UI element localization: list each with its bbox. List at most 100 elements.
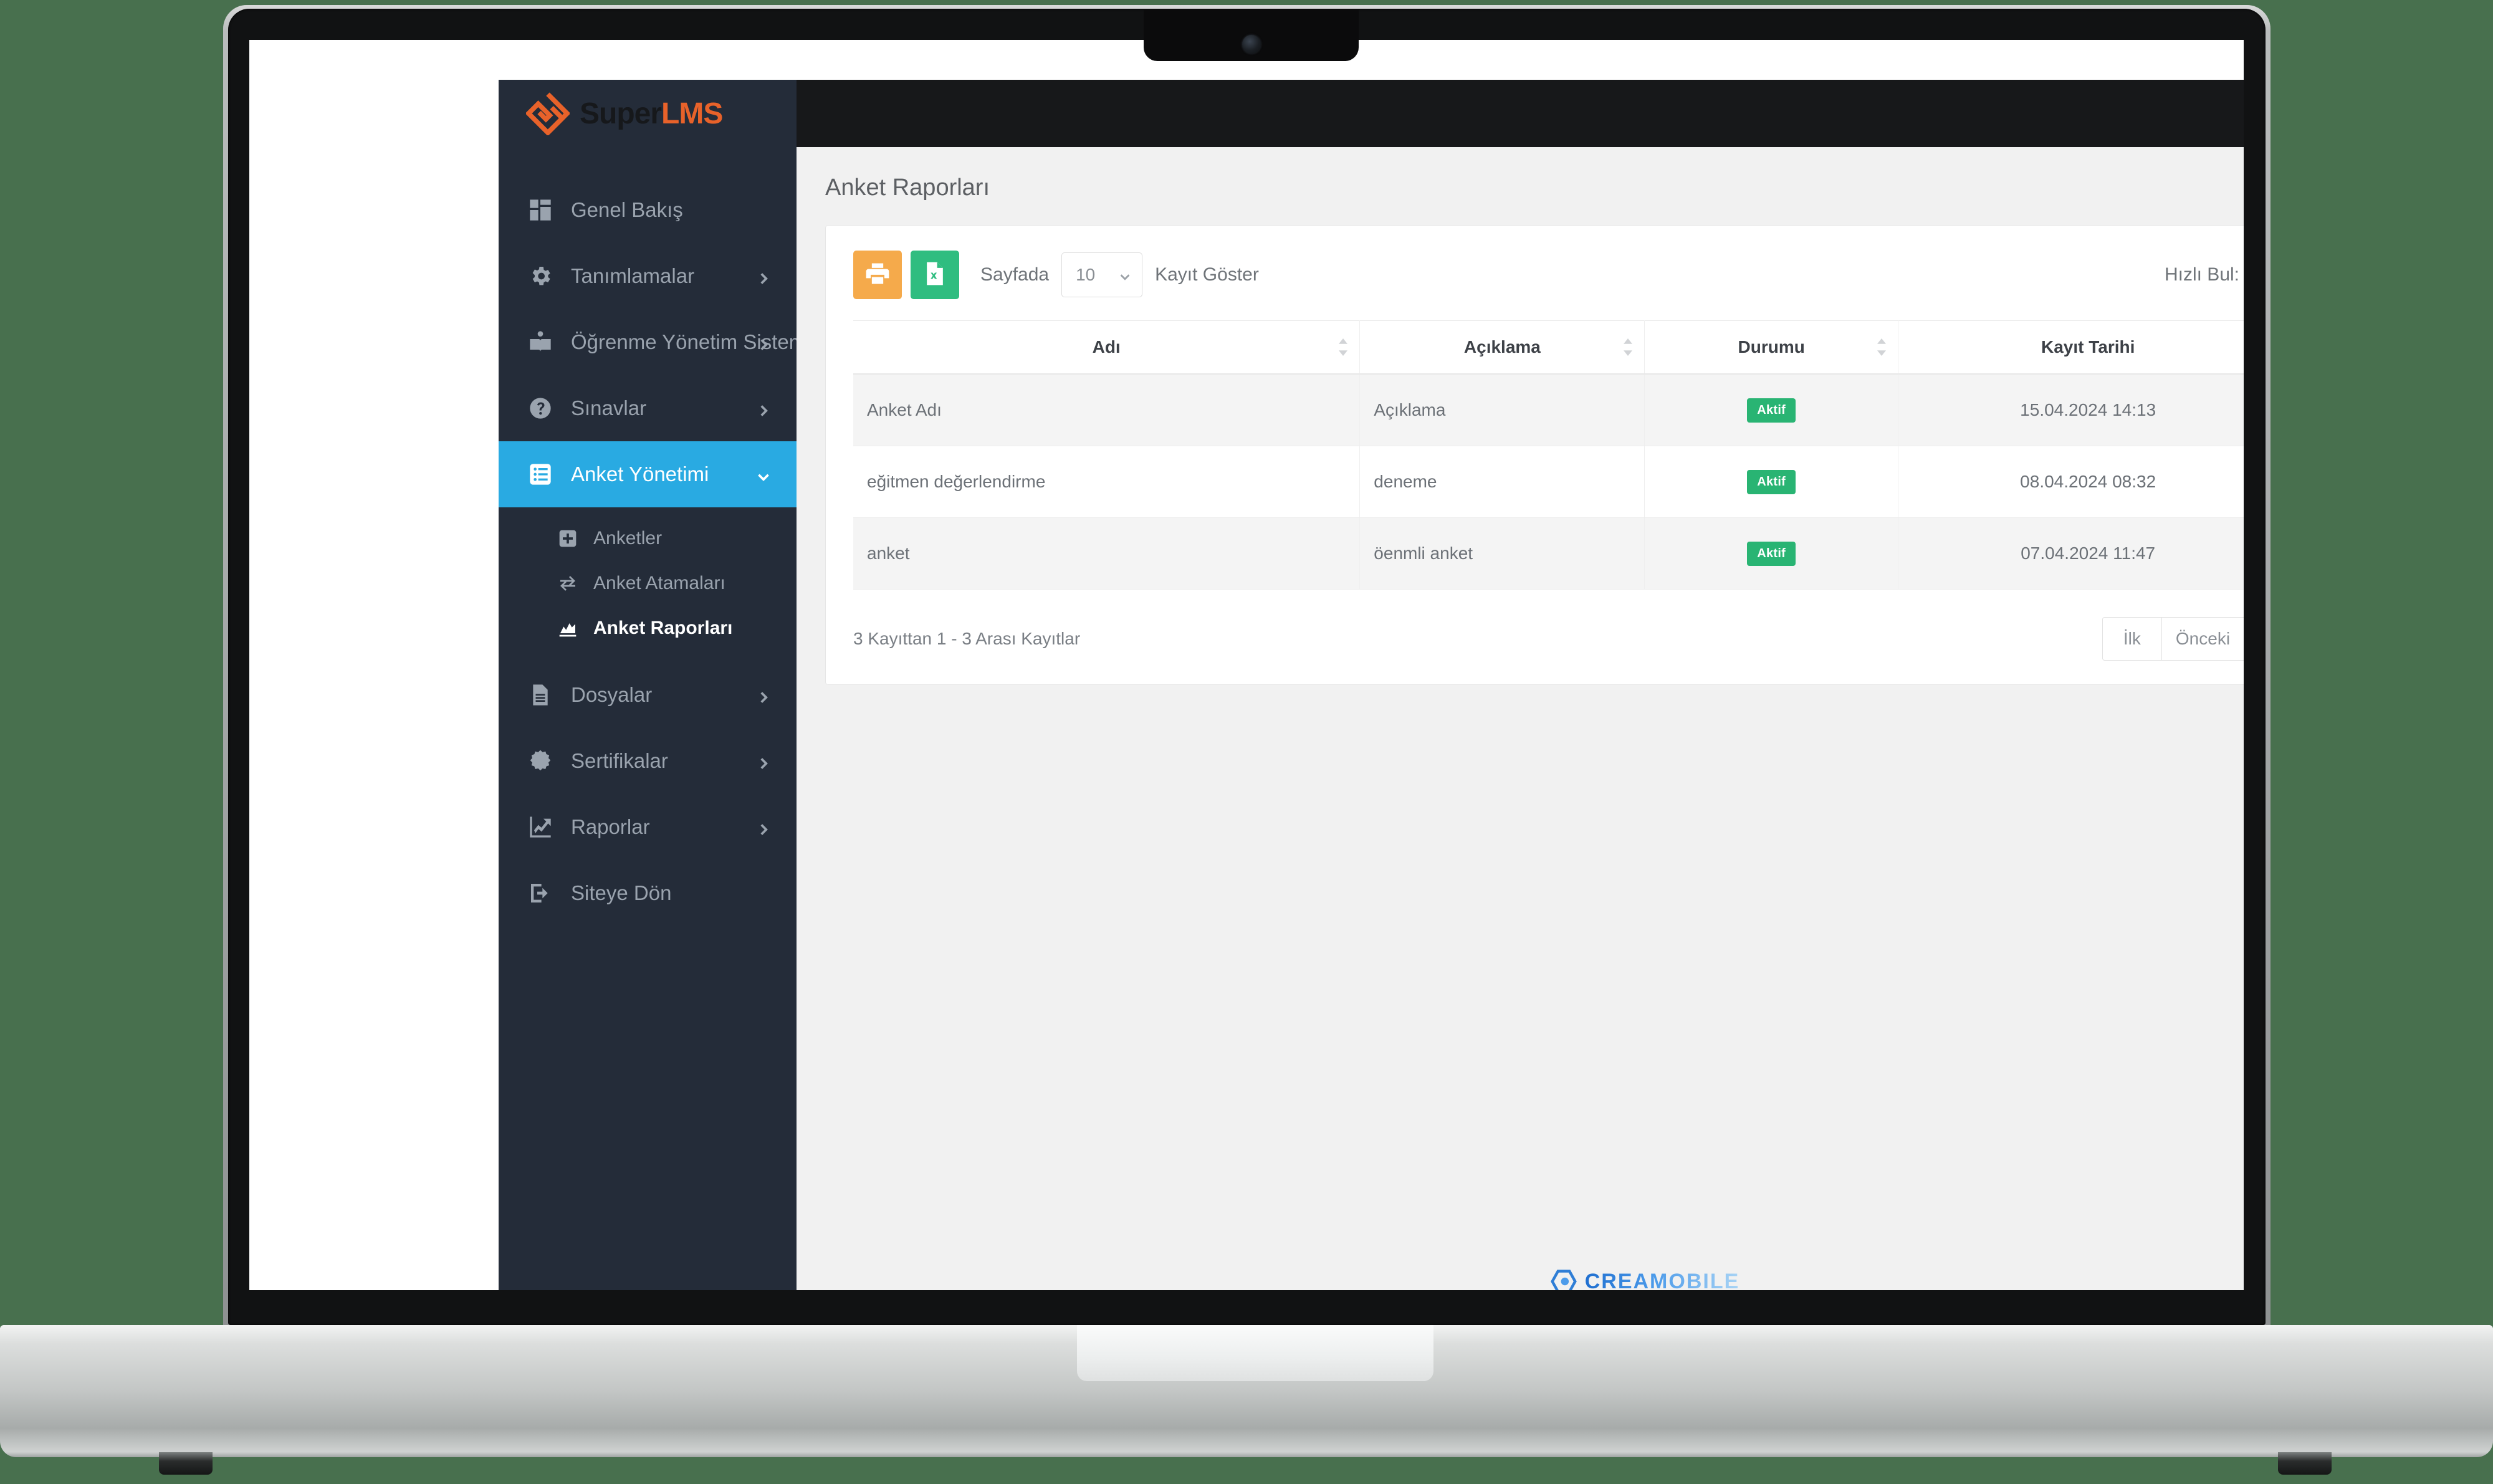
sidebar-nav: Genel Bakış Tanımlamalar Öğrenme Yönetim… [499, 147, 797, 926]
spiral-diamond-icon [525, 92, 571, 136]
toolbar-left-group: Sayfada 10 Kayıt Göster [853, 251, 1259, 299]
chart-trend-icon [526, 813, 555, 841]
page-length-value: 10 [1076, 265, 1096, 284]
sidebar-item-label: Anket Yönetimi [571, 462, 709, 486]
cell-adi: Anket Adı [853, 374, 1361, 446]
chevron-right-icon [755, 819, 772, 835]
status-badge: Aktif [1747, 541, 1796, 566]
laptop-mockup: SuperLMS Genel Bakış Tanımlamalar Öğrenm… [0, 0, 2493, 1484]
table-toolbar: Sayfada 10 Kayıt Göster Hızlı Bul: [853, 251, 2244, 299]
chevron-right-icon [755, 753, 772, 769]
laptop-base-notch [1077, 1325, 1433, 1381]
exit-arrow-icon [526, 879, 555, 907]
sidebar-item-label: Raporlar [571, 815, 650, 838]
main-content: Anket Raporları Sayfada 10 Kayıt Göster … [797, 147, 2244, 1290]
pagination-previous-button[interactable]: Önceki [2161, 617, 2244, 661]
sort-icon [1337, 338, 1349, 356]
cell-aciklama: Açıklama [1359, 374, 1645, 446]
table-row[interactable]: anket öenmli anket Aktif 07.04.2024 11:4… [853, 517, 2244, 590]
page-length-prefix-label: Sayfada [980, 264, 1050, 285]
cell-kayit-tarihi: 08.04.2024 08:32 [1898, 446, 2244, 518]
sidebar-item-label: Sınavlar [571, 396, 647, 419]
sidebar-subitem-anketler[interactable]: Anketler [499, 516, 797, 561]
document-icon [526, 681, 555, 709]
page-length-control: Sayfada 10 Kayıt Göster [980, 252, 1259, 297]
sidebar-item-anket-yonetimi[interactable]: Anket Yönetimi [499, 441, 797, 507]
sidebar-item-tanimlamalar[interactable]: Tanımlamalar [499, 243, 797, 309]
app-logo[interactable]: SuperLMS [499, 80, 797, 147]
sidebar-subitem-anket-atamalari[interactable]: Anket Atamaları [499, 561, 797, 606]
gear-icon [526, 262, 555, 290]
column-header-label: Durumu [1738, 337, 1805, 357]
sidebar-subitem-label: Anket Raporları [593, 618, 733, 638]
sidebar-item-raporlar[interactable]: Raporlar [499, 794, 797, 860]
table-footer: 3 Kayıttan 1 - 3 Arası Kayıtlar İlk Önce… [853, 617, 2244, 661]
sidebar-item-label: Sertifikalar [571, 749, 668, 772]
excel-file-icon [921, 260, 949, 290]
logo-accent-text: LMS [661, 97, 723, 130]
cell-kayit-tarihi: 07.04.2024 11:47 [1898, 517, 2244, 590]
sidebar: SuperLMS Genel Bakış Tanımlamalar Öğrenm… [499, 80, 797, 1290]
chevron-down-icon [1118, 268, 1132, 282]
creamobile-hex-icon [1550, 1268, 1577, 1290]
app-logo-text: SuperLMS [580, 97, 723, 131]
column-header-label: Açıklama [1463, 337, 1541, 357]
column-header-adi[interactable]: Adı [853, 320, 1361, 375]
sidebar-item-dosyalar[interactable]: Dosyalar [499, 662, 797, 728]
chevron-down-icon [755, 466, 772, 482]
screen-content: SuperLMS Genel Bakış Tanımlamalar Öğrenm… [249, 40, 2244, 1290]
column-header-durumu[interactable]: Durumu [1644, 320, 1898, 375]
laptop-foot-right [2278, 1452, 2332, 1475]
page-length-select[interactable]: 10 [1061, 252, 1143, 297]
pagination-first-button[interactable]: İlk [2102, 617, 2162, 661]
bar-chart-icon [556, 616, 580, 640]
pagination: İlk Önceki 1 Sonraki Son [2102, 617, 2244, 661]
list-box-icon [526, 460, 555, 489]
search-control: Hızlı Bul: [2165, 254, 2244, 296]
status-badge: Aktif [1747, 469, 1796, 494]
sidebar-subitem-label: Anket Atamaları [593, 573, 725, 593]
sidebar-item-sertifikalar[interactable]: Sertifikalar [499, 728, 797, 794]
sidebar-subitem-anket-raporlari[interactable]: Anket Raporları [499, 606, 797, 651]
page-title: Anket Raporları [825, 175, 990, 201]
chevron-right-icon [755, 268, 772, 284]
sidebar-item-sinavlar[interactable]: Sınavlar [499, 375, 797, 441]
sidebar-item-label: Siteye Dön [571, 881, 672, 904]
logo-primary-text: Super [580, 97, 662, 130]
dashboard-grid-icon [526, 196, 555, 224]
table-row[interactable]: Anket Adı Açıklama Aktif 15.04.2024 14:1… [853, 374, 2244, 446]
status-badge: Aktif [1747, 398, 1796, 423]
table-body: Anket Adı Açıklama Aktif 15.04.2024 14:1… [853, 374, 2244, 590]
laptop-foot-left [159, 1452, 213, 1475]
table-header-row: Adı Açıklama Durumu Kayıt Tarihi [853, 320, 2244, 375]
table-head: Adı Açıklama Durumu Kayıt Tarihi [853, 320, 2244, 375]
cell-durumu: Aktif [1644, 374, 1898, 446]
topbar [542, 80, 2244, 147]
webcam-lens-icon [1242, 35, 1261, 54]
cell-adi: eğitmen değerlendirme [853, 446, 1361, 518]
sidebar-item-genel-bakis[interactable]: Genel Bakış [499, 177, 797, 243]
page-length-suffix-label: Kayıt Göster [1155, 264, 1259, 285]
question-circle-icon [526, 394, 555, 423]
column-header-label: Adı [1092, 337, 1121, 357]
chevron-right-icon [755, 400, 772, 416]
sidebar-subitem-label: Anketler [593, 528, 663, 548]
column-header-kayit-tarihi[interactable]: Kayıt Tarihi [1898, 320, 2244, 375]
cell-durumu: Aktif [1644, 446, 1898, 518]
sidebar-item-label: Tanımlamalar [571, 264, 695, 287]
cell-kayit-tarihi: 15.04.2024 14:13 [1898, 374, 2244, 446]
footer-brand-text: CREAMOBILE [1585, 1270, 1740, 1291]
certificate-badge-icon [526, 747, 555, 775]
print-button[interactable] [853, 251, 902, 299]
sidebar-item-ogrenme-yonetim-sistemi[interactable]: Öğrenme Yönetim Sistemi [499, 309, 797, 375]
column-header-label: Kayıt Tarihi [2041, 337, 2135, 357]
sidebar-item-siteye-don[interactable]: Siteye Dön [499, 860, 797, 926]
table-row[interactable]: eğitmen değerlendirme deneme Aktif 08.04… [853, 446, 2244, 518]
column-header-aciklama[interactable]: Açıklama [1359, 320, 1645, 375]
excel-export-button[interactable] [911, 251, 959, 299]
book-icon [526, 328, 555, 357]
sort-icon [1875, 338, 1888, 356]
content-card: Sayfada 10 Kayıt Göster Hızlı Bul: Adı A… [825, 225, 2244, 685]
cell-durumu: Aktif [1644, 517, 1898, 590]
chevron-right-icon [755, 334, 772, 350]
